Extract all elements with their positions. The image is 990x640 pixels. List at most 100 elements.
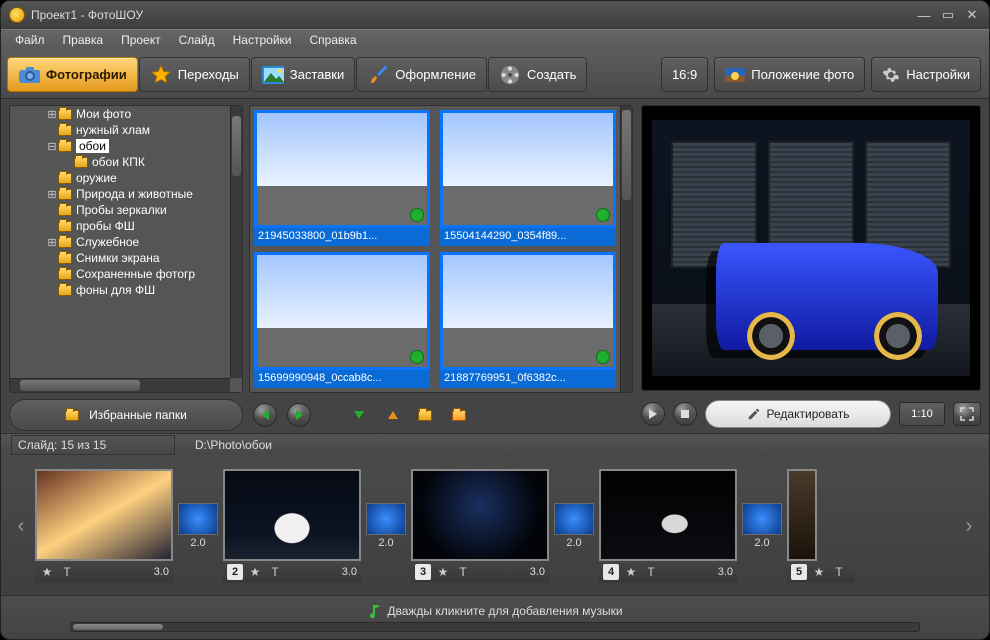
- play-button[interactable]: [641, 402, 665, 426]
- timeline-slide[interactable]: 4★T3.0: [599, 469, 737, 583]
- maximize-button[interactable]: ▭: [939, 8, 957, 22]
- tab-star[interactable]: Переходы: [139, 57, 250, 92]
- edit-button[interactable]: Редактировать: [705, 400, 891, 428]
- slide-thumb: [223, 469, 361, 561]
- timeline-slide[interactable]: ★T3.0: [35, 469, 173, 583]
- slide-bar: 3★T3.0: [411, 561, 549, 583]
- folder-icon: [58, 237, 72, 248]
- text-icon[interactable]: T: [455, 564, 471, 580]
- photo-position-button[interactable]: Положение фото: [714, 57, 865, 92]
- star-icon[interactable]: ★: [623, 564, 639, 580]
- settings-button[interactable]: Настройки: [871, 57, 981, 92]
- expand-icon[interactable]: ⊟: [46, 140, 58, 153]
- current-path: D:\Photo\обои: [195, 438, 272, 452]
- folder-add-icon: [418, 410, 432, 421]
- slide-thumb: [35, 469, 173, 561]
- tree-item[interactable]: оружие: [10, 170, 230, 186]
- star-icon[interactable]: ★: [39, 564, 55, 580]
- nav-back-button[interactable]: [253, 403, 277, 427]
- menu-справка[interactable]: Справка: [301, 31, 364, 49]
- minimize-button[interactable]: —: [915, 8, 933, 22]
- slide-duration: 3.0: [530, 566, 545, 578]
- timeline-transition[interactable]: 2.0: [365, 503, 407, 549]
- nav-forward-button[interactable]: [287, 403, 311, 427]
- grid-thumbnail[interactable]: 15504144290_0354f89...: [440, 110, 616, 246]
- favorite-folders-label: Избранные папки: [89, 408, 187, 422]
- tree-item[interactable]: Пробы зеркалки: [10, 202, 230, 218]
- tree-item[interactable]: ⊞Служебное: [10, 234, 230, 250]
- folder-icon: [58, 141, 72, 152]
- thumbnail-caption: 15504144290_0354f89...: [440, 228, 616, 246]
- tab-camera[interactable]: Фотографии: [7, 57, 138, 92]
- menu-правка[interactable]: Правка: [55, 31, 112, 49]
- aspect-ratio-button[interactable]: 16:9: [661, 57, 708, 92]
- add-down-button[interactable]: [347, 403, 371, 427]
- check-icon: [410, 350, 424, 364]
- grid-thumbnail[interactable]: 15699990948_0ccab8c...: [254, 252, 430, 388]
- timeline-slide[interactable]: 5★T: [787, 469, 855, 583]
- tree-item-label: фоны для ФШ: [76, 283, 155, 297]
- timeline-scroll-left[interactable]: ‹: [13, 481, 29, 571]
- tree-item[interactable]: обои КПК: [10, 154, 230, 170]
- star-icon[interactable]: ★: [811, 564, 827, 580]
- tree-item[interactable]: ⊞Мои фото: [10, 106, 230, 122]
- folder-tree[interactable]: ⊞Мои фотонужный хлам⊟обоиобои КПКоружие⊞…: [9, 105, 243, 393]
- add-folder-button[interactable]: [415, 403, 439, 427]
- remove-up-button[interactable]: [381, 403, 405, 427]
- timeline-transition[interactable]: 2.0: [177, 503, 219, 549]
- tab-brush[interactable]: Оформление: [356, 57, 487, 92]
- grid-thumbnail[interactable]: 21887769951_0f6382c...: [440, 252, 616, 388]
- tree-item[interactable]: Снимки экрана: [10, 250, 230, 266]
- expand-icon[interactable]: ⊞: [46, 188, 58, 201]
- grid-scrollbar[interactable]: [620, 106, 632, 392]
- folder-up-button[interactable]: [449, 403, 473, 427]
- add-music-hint[interactable]: Дважды кликните для добавления музыки: [367, 604, 622, 618]
- expand-icon[interactable]: ⊞: [46, 236, 58, 249]
- folder-icon: [58, 253, 72, 264]
- text-icon[interactable]: T: [643, 564, 659, 580]
- close-button[interactable]: ✕: [963, 8, 981, 22]
- tree-item[interactable]: ⊟обои: [10, 138, 230, 154]
- timeline-scroll-right[interactable]: ›: [961, 481, 977, 571]
- star-icon[interactable]: ★: [435, 564, 451, 580]
- thumbnail-caption: 21945033800_01b9b1...: [254, 228, 430, 246]
- tree-item[interactable]: фоны для ФШ: [10, 282, 230, 298]
- timeline-slide[interactable]: 3★T3.0: [411, 469, 549, 583]
- timeline-track[interactable]: ★T3.02.02★T3.02.03★T3.02.04★T3.02.05★T: [35, 464, 955, 588]
- tree-item-label: Пробы зеркалки: [76, 203, 167, 217]
- text-icon[interactable]: T: [831, 564, 847, 580]
- menu-проект[interactable]: Проект: [113, 31, 169, 49]
- thumbnail-grid[interactable]: 21945033800_01b9b1... 15504144290_0354f89…: [249, 105, 633, 393]
- text-icon[interactable]: T: [267, 564, 283, 580]
- tree-item[interactable]: Сохраненные фотогр: [10, 266, 230, 282]
- stop-button[interactable]: [673, 402, 697, 426]
- text-icon[interactable]: T: [59, 564, 75, 580]
- camera-icon: [18, 64, 40, 86]
- picture-icon: [262, 64, 284, 86]
- star-icon[interactable]: ★: [247, 564, 263, 580]
- tree-item[interactable]: нужный хлам: [10, 122, 230, 138]
- tree-item[interactable]: пробы ФШ: [10, 218, 230, 234]
- check-icon: [596, 350, 610, 364]
- tree-item[interactable]: ⊞Природа и животные: [10, 186, 230, 202]
- tree-scrollbar-horizontal[interactable]: [10, 378, 230, 392]
- title-bar: Проект1 - ФотоШОУ — ▭ ✕: [1, 1, 989, 29]
- timeline-transition[interactable]: 2.0: [553, 503, 595, 549]
- fullscreen-button[interactable]: [953, 402, 981, 426]
- slide-duration: 3.0: [342, 566, 357, 578]
- check-icon: [596, 208, 610, 222]
- timeline-transition[interactable]: 2.0: [741, 503, 783, 549]
- tab-reel[interactable]: Создать: [488, 57, 587, 92]
- folder-up-icon: [452, 410, 466, 421]
- grid-thumbnail[interactable]: 21945033800_01b9b1...: [254, 110, 430, 246]
- favorite-folders-button[interactable]: Избранные папки: [9, 399, 243, 431]
- music-scrollbar[interactable]: [70, 622, 920, 632]
- tree-scrollbar-vertical[interactable]: [230, 106, 242, 378]
- thumbnail-caption: 15699990948_0ccab8c...: [254, 370, 430, 388]
- menu-настройки[interactable]: Настройки: [225, 31, 300, 49]
- timeline-slide[interactable]: 2★T3.0: [223, 469, 361, 583]
- expand-icon[interactable]: ⊞: [46, 108, 58, 121]
- menu-слайд[interactable]: Слайд: [171, 31, 223, 49]
- menu-файл[interactable]: Файл: [7, 31, 53, 49]
- tab-picture[interactable]: Заставки: [251, 57, 355, 92]
